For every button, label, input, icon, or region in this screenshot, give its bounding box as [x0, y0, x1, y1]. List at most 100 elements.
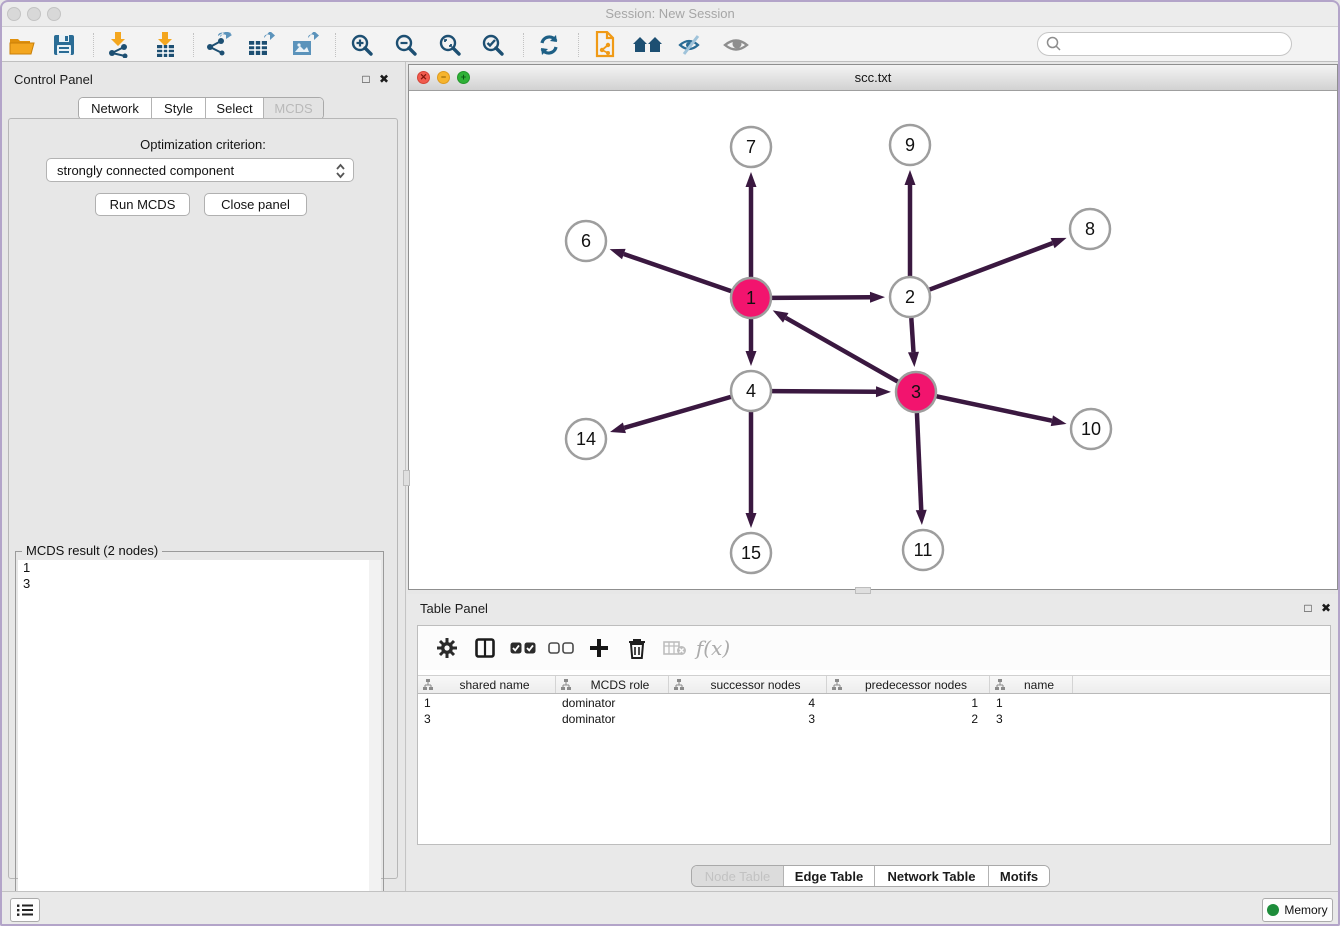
refresh-icon[interactable]	[532, 30, 566, 60]
network-window-titlebar[interactable]: ✕ − + scc.txt	[409, 65, 1337, 91]
table-toolbar: f(x)	[418, 626, 1330, 670]
edge-3-1[interactable]	[786, 318, 898, 382]
zoom-fit-icon[interactable]	[433, 30, 467, 60]
column-header-label: name	[1006, 678, 1072, 692]
cell-successor-nodes[interactable]: 3	[669, 711, 827, 727]
memory-button[interactable]: Memory	[1262, 898, 1333, 922]
column-header-shared-name[interactable]: shared name	[418, 676, 556, 693]
vertical-splitter-handle[interactable]	[403, 470, 410, 486]
zoom-in-icon[interactable]	[345, 30, 379, 60]
toolbar-separator	[335, 33, 336, 57]
edge-3-10[interactable]	[937, 396, 1052, 420]
column-header-name[interactable]: name	[990, 676, 1073, 693]
column-type-icon	[994, 679, 1006, 690]
column-type-icon	[422, 679, 434, 690]
save-session-icon[interactable]	[47, 30, 81, 60]
cell-shared-name[interactable]: 1	[418, 695, 556, 711]
toolbar-separator	[523, 33, 524, 57]
criterion-dropdown-value: strongly connected component	[57, 163, 234, 178]
column-type-icon	[560, 679, 572, 690]
table-float-button[interactable]: □	[1300, 601, 1316, 615]
delete-column-icon[interactable]	[618, 633, 656, 663]
table-settings-gear-icon[interactable]	[428, 633, 466, 663]
node-table-container: f(x) shared nameMCDS role successor nodes…	[417, 625, 1331, 845]
function-builder-icon: f(x)	[694, 633, 732, 663]
cell-mcds-role[interactable]: dominator	[556, 695, 669, 711]
select-all-rows-icon[interactable]	[504, 633, 542, 663]
network-window-title: scc.txt	[409, 70, 1337, 85]
first-neighbors-icon[interactable]	[631, 30, 665, 60]
clone-network-icon[interactable]	[588, 30, 622, 60]
network-canvas[interactable]: 7968124314101511	[410, 92, 1338, 590]
close-panel-button[interactable]: ✖	[376, 72, 392, 86]
zoom-selected-icon[interactable]	[476, 30, 510, 60]
open-session-icon[interactable]	[5, 30, 39, 60]
tab-network-table[interactable]: Network Table	[875, 866, 989, 886]
mcds-result-list[interactable]: 13	[18, 560, 381, 926]
edge-arrowhead	[916, 510, 927, 525]
criterion-dropdown[interactable]: strongly connected component	[46, 158, 354, 182]
deselect-all-rows-icon[interactable]	[542, 633, 580, 663]
close-panel-action-button[interactable]: Close panel	[204, 193, 307, 216]
cell-name[interactable]: 3	[990, 711, 1073, 727]
tab-mcds[interactable]: MCDS	[264, 98, 323, 119]
edge-1-6[interactable]	[624, 254, 731, 291]
edge-arrowhead	[908, 352, 919, 367]
column-header-successor-nodes[interactable]: successor nodes	[669, 676, 827, 693]
column-type-icon	[673, 679, 685, 690]
column-panel-icon[interactable]	[466, 633, 504, 663]
result-scrollbar[interactable]	[369, 560, 381, 926]
import-network-icon[interactable]	[101, 30, 135, 60]
edge-3-11[interactable]	[917, 413, 921, 510]
status-bar: Memory	[0, 891, 1340, 926]
cell-predecessor-nodes[interactable]: 1	[827, 695, 990, 711]
list-icon	[17, 903, 33, 917]
show-panels-menu-button[interactable]	[10, 898, 40, 922]
edge-2-3[interactable]	[911, 318, 913, 352]
import-table-icon[interactable]	[148, 30, 182, 60]
column-header-label: successor nodes	[685, 678, 826, 692]
edge-arrowhead	[870, 292, 885, 303]
tab-node-table[interactable]: Node Table	[692, 866, 784, 886]
cell-predecessor-nodes[interactable]: 2	[827, 711, 990, 727]
table-close-button[interactable]: ✖	[1318, 601, 1334, 615]
tab-edge-table[interactable]: Edge Table	[784, 866, 875, 886]
hide-selected-icon[interactable]	[675, 30, 709, 60]
tab-select[interactable]: Select	[206, 98, 264, 119]
table-header-row[interactable]: shared nameMCDS role successor nodesprede…	[418, 675, 1330, 694]
tab-style[interactable]: Style	[152, 98, 206, 119]
run-mcds-button[interactable]: Run MCDS	[95, 193, 190, 216]
edge-4-14[interactable]	[624, 397, 730, 428]
cell-successor-nodes[interactable]: 4	[669, 695, 827, 711]
float-panel-button[interactable]: □	[358, 72, 374, 86]
tab-motifs[interactable]: Motifs	[989, 866, 1049, 886]
show-all-icon[interactable]	[720, 30, 754, 60]
toolbar-separator	[578, 33, 579, 57]
edge-4-3[interactable]	[772, 391, 876, 392]
cell-mcds-role[interactable]: dominator	[556, 711, 669, 727]
graph-node-label: 1	[746, 288, 756, 308]
export-network-icon[interactable]	[201, 30, 235, 60]
table-row[interactable]: 3dominator323	[418, 711, 1330, 727]
tab-network[interactable]: Network	[79, 98, 152, 119]
graph-node-label: 3	[911, 382, 921, 402]
edge-2-8[interactable]	[930, 243, 1053, 289]
search-input[interactable]	[1037, 32, 1292, 56]
table-row[interactable]: 1dominator411	[418, 695, 1330, 711]
zoom-out-icon[interactable]	[389, 30, 423, 60]
export-table-icon[interactable]	[244, 30, 278, 60]
result-lines: 13	[18, 560, 381, 592]
network-view-window: ✕ − + scc.txt 7968124314101511	[408, 64, 1338, 590]
edge-arrowhead	[905, 170, 916, 185]
column-header-predecessor-nodes[interactable]: predecessor nodes	[827, 676, 990, 693]
column-header-label: shared name	[434, 678, 555, 692]
column-header-mcds-role[interactable]: MCDS role	[556, 676, 669, 693]
export-image-icon[interactable]	[288, 30, 322, 60]
add-column-icon[interactable]	[580, 633, 618, 663]
window-title: Session: New Session	[0, 6, 1340, 21]
edge-1-2[interactable]	[772, 297, 870, 298]
horizontal-splitter-handle[interactable]	[855, 587, 871, 594]
cell-name[interactable]: 1	[990, 695, 1073, 711]
cell-shared-name[interactable]: 3	[418, 711, 556, 727]
memory-label: Memory	[1284, 903, 1327, 917]
